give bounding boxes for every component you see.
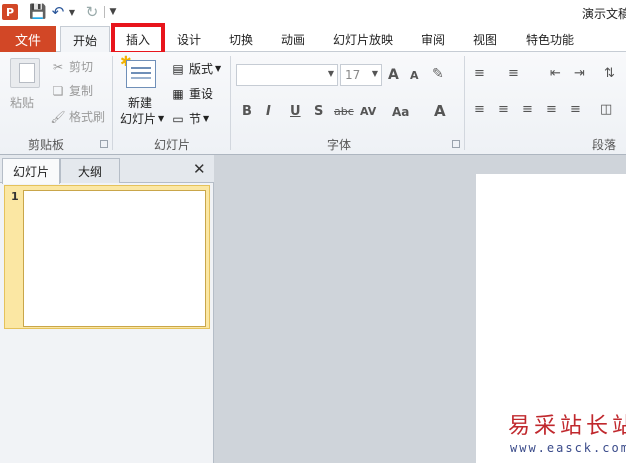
shadow-button[interactable]: S bbox=[314, 104, 323, 119]
underline-button[interactable]: U bbox=[290, 104, 301, 119]
customize-quick-access-icon[interactable]: ▼ bbox=[108, 4, 118, 20]
section-dropdown-icon: ▼ bbox=[203, 114, 210, 123]
scissors-icon: ✂ bbox=[52, 59, 64, 74]
new-slide-text: 幻灯片 bbox=[120, 112, 157, 126]
paste-icon[interactable] bbox=[10, 58, 40, 88]
clipboard-group-label: 剪贴板 bbox=[28, 138, 65, 152]
format-painter-label: 格式刷 bbox=[69, 110, 106, 124]
reset-icon: ▦ bbox=[172, 86, 184, 101]
font-name-combo[interactable]: ▼ bbox=[236, 64, 338, 86]
clipboard-launcher-icon[interactable] bbox=[100, 140, 108, 148]
tab-outline-panel[interactable]: 大纲 bbox=[60, 158, 120, 183]
paragraph-group-label: 段落 bbox=[592, 138, 617, 152]
ribbon: 粘贴 ✂剪切 ❏复制 🖌格式刷 剪贴板 ✱ 新建 幻灯片▼ ▤版式▼ ▦重设 ▭… bbox=[0, 52, 626, 155]
slide-number: 1 bbox=[11, 190, 19, 203]
decrease-indent-icon[interactable]: ⇤ bbox=[550, 66, 561, 81]
tab-home[interactable]: 开始 bbox=[60, 26, 110, 53]
bold-button[interactable]: B bbox=[242, 104, 252, 119]
character-spacing-button[interactable]: AV bbox=[360, 105, 376, 118]
tab-special[interactable]: 特色功能 bbox=[516, 26, 584, 52]
section-button[interactable]: ▭ 节 ▼ bbox=[170, 110, 209, 127]
redo-icon[interactable]: ↻ bbox=[84, 3, 100, 21]
tab-transitions[interactable]: 切换 bbox=[220, 26, 262, 52]
powerpoint-app-icon[interactable]: P bbox=[2, 4, 18, 20]
new-slide-label-2[interactable]: 幻灯片 ▼ bbox=[120, 110, 164, 127]
tab-animations[interactable]: 动画 bbox=[272, 26, 314, 52]
tab-insert[interactable]: 插入 bbox=[111, 23, 165, 55]
align-left-icon[interactable]: ≡ bbox=[474, 102, 485, 117]
tab-slides-panel[interactable]: 幻灯片 bbox=[2, 158, 60, 184]
group-separator bbox=[230, 56, 231, 150]
new-slide-label-1[interactable]: 新建 bbox=[128, 94, 152, 111]
numbering-icon[interactable]: ≡ bbox=[508, 66, 519, 81]
slide-thumbnail-row[interactable]: 1 bbox=[4, 185, 210, 329]
font-color-button[interactable]: A bbox=[434, 102, 446, 120]
tab-design[interactable]: 设计 bbox=[168, 26, 210, 52]
group-separator bbox=[464, 56, 465, 150]
increase-indent-icon[interactable]: ⇥ bbox=[574, 66, 585, 81]
shrink-font-button[interactable]: A bbox=[410, 69, 419, 82]
line-spacing-icon[interactable]: ⇅ bbox=[604, 66, 615, 81]
undo-icon[interactable]: ↶ bbox=[50, 3, 66, 21]
distribute-icon[interactable]: ≡ bbox=[570, 102, 581, 117]
font-launcher-icon[interactable] bbox=[452, 140, 460, 148]
strikethrough-button[interactable]: abc bbox=[334, 105, 354, 118]
ribbon-tab-row: 文件 开始 插入 设计 切换 动画 幻灯片放映 审阅 视图 特色功能 bbox=[0, 23, 626, 55]
reset-label: 重设 bbox=[189, 87, 214, 101]
undo-dropdown-icon[interactable]: ▼ bbox=[68, 4, 76, 20]
slide-thumbnail[interactable] bbox=[23, 190, 206, 327]
italic-button[interactable]: I bbox=[266, 104, 271, 119]
document-title: 演示文稿 bbox=[582, 7, 626, 21]
clear-format-button[interactable]: ✎ bbox=[432, 66, 444, 82]
watermark-text: 易采站长站 bbox=[508, 414, 626, 439]
align-center-icon[interactable]: ≡ bbox=[498, 102, 509, 117]
bullets-icon[interactable]: ≡ bbox=[474, 66, 485, 81]
format-painter-button[interactable]: 🖌 格式刷 bbox=[50, 108, 105, 125]
copy-button[interactable]: ❏ 复制 bbox=[50, 82, 93, 99]
chevron-down-icon: ▼ bbox=[327, 69, 334, 78]
layout-button[interactable]: ▤ 版式 ▼ bbox=[170, 60, 221, 77]
slides-outline-panel: 幻灯片 大纲 ✕ 1 bbox=[0, 155, 214, 463]
paste-button[interactable]: 粘贴 bbox=[10, 94, 34, 111]
close-icon[interactable]: ✕ bbox=[193, 160, 206, 178]
chevron-down-icon: ▼ bbox=[371, 69, 378, 78]
quick-access-separator bbox=[104, 6, 106, 18]
cut-label: 剪切 bbox=[69, 60, 94, 74]
font-size-combo[interactable]: 17 ▼ bbox=[340, 64, 382, 86]
align-right-icon[interactable]: ≡ bbox=[522, 102, 533, 117]
tab-view[interactable]: 视图 bbox=[464, 26, 506, 52]
font-group-label: 字体 bbox=[327, 138, 352, 152]
copy-icon: ❏ bbox=[52, 83, 64, 98]
new-slide-icon[interactable] bbox=[126, 60, 156, 88]
tab-file[interactable]: 文件 bbox=[0, 26, 56, 52]
panel-tabs: 幻灯片 大纲 ✕ bbox=[0, 155, 214, 184]
layout-dropdown-icon: ▼ bbox=[215, 64, 222, 73]
font-size-value: 17 bbox=[345, 68, 361, 82]
reset-button[interactable]: ▦ 重设 bbox=[170, 85, 213, 102]
section-label: 节 bbox=[189, 112, 202, 126]
save-icon[interactable]: 💾 bbox=[29, 4, 46, 20]
brush-icon: 🖌 bbox=[50, 109, 66, 124]
cut-button[interactable]: ✂ 剪切 bbox=[50, 58, 93, 75]
grow-font-button[interactable]: A bbox=[388, 67, 399, 83]
title-bar: P 💾 ↶ ▼ ↻ ▼ 演示文稿 bbox=[0, 0, 626, 24]
layout-icon: ▤ bbox=[172, 61, 184, 76]
layout-label: 版式 bbox=[189, 62, 214, 76]
watermark-url: www.easck.com bbox=[510, 441, 626, 455]
columns-icon[interactable]: ◫ bbox=[600, 102, 612, 117]
new-slide-dropdown-icon: ▼ bbox=[158, 114, 165, 123]
justify-icon[interactable]: ≡ bbox=[546, 102, 557, 117]
copy-label: 复制 bbox=[69, 84, 94, 98]
section-icon: ▭ bbox=[172, 111, 184, 126]
change-case-button[interactable]: Aa bbox=[392, 105, 409, 119]
tab-slideshow[interactable]: 幻灯片放映 bbox=[324, 26, 402, 52]
slides-group-label: 幻灯片 bbox=[154, 138, 191, 152]
tab-review[interactable]: 审阅 bbox=[412, 26, 454, 52]
group-separator bbox=[112, 56, 113, 150]
